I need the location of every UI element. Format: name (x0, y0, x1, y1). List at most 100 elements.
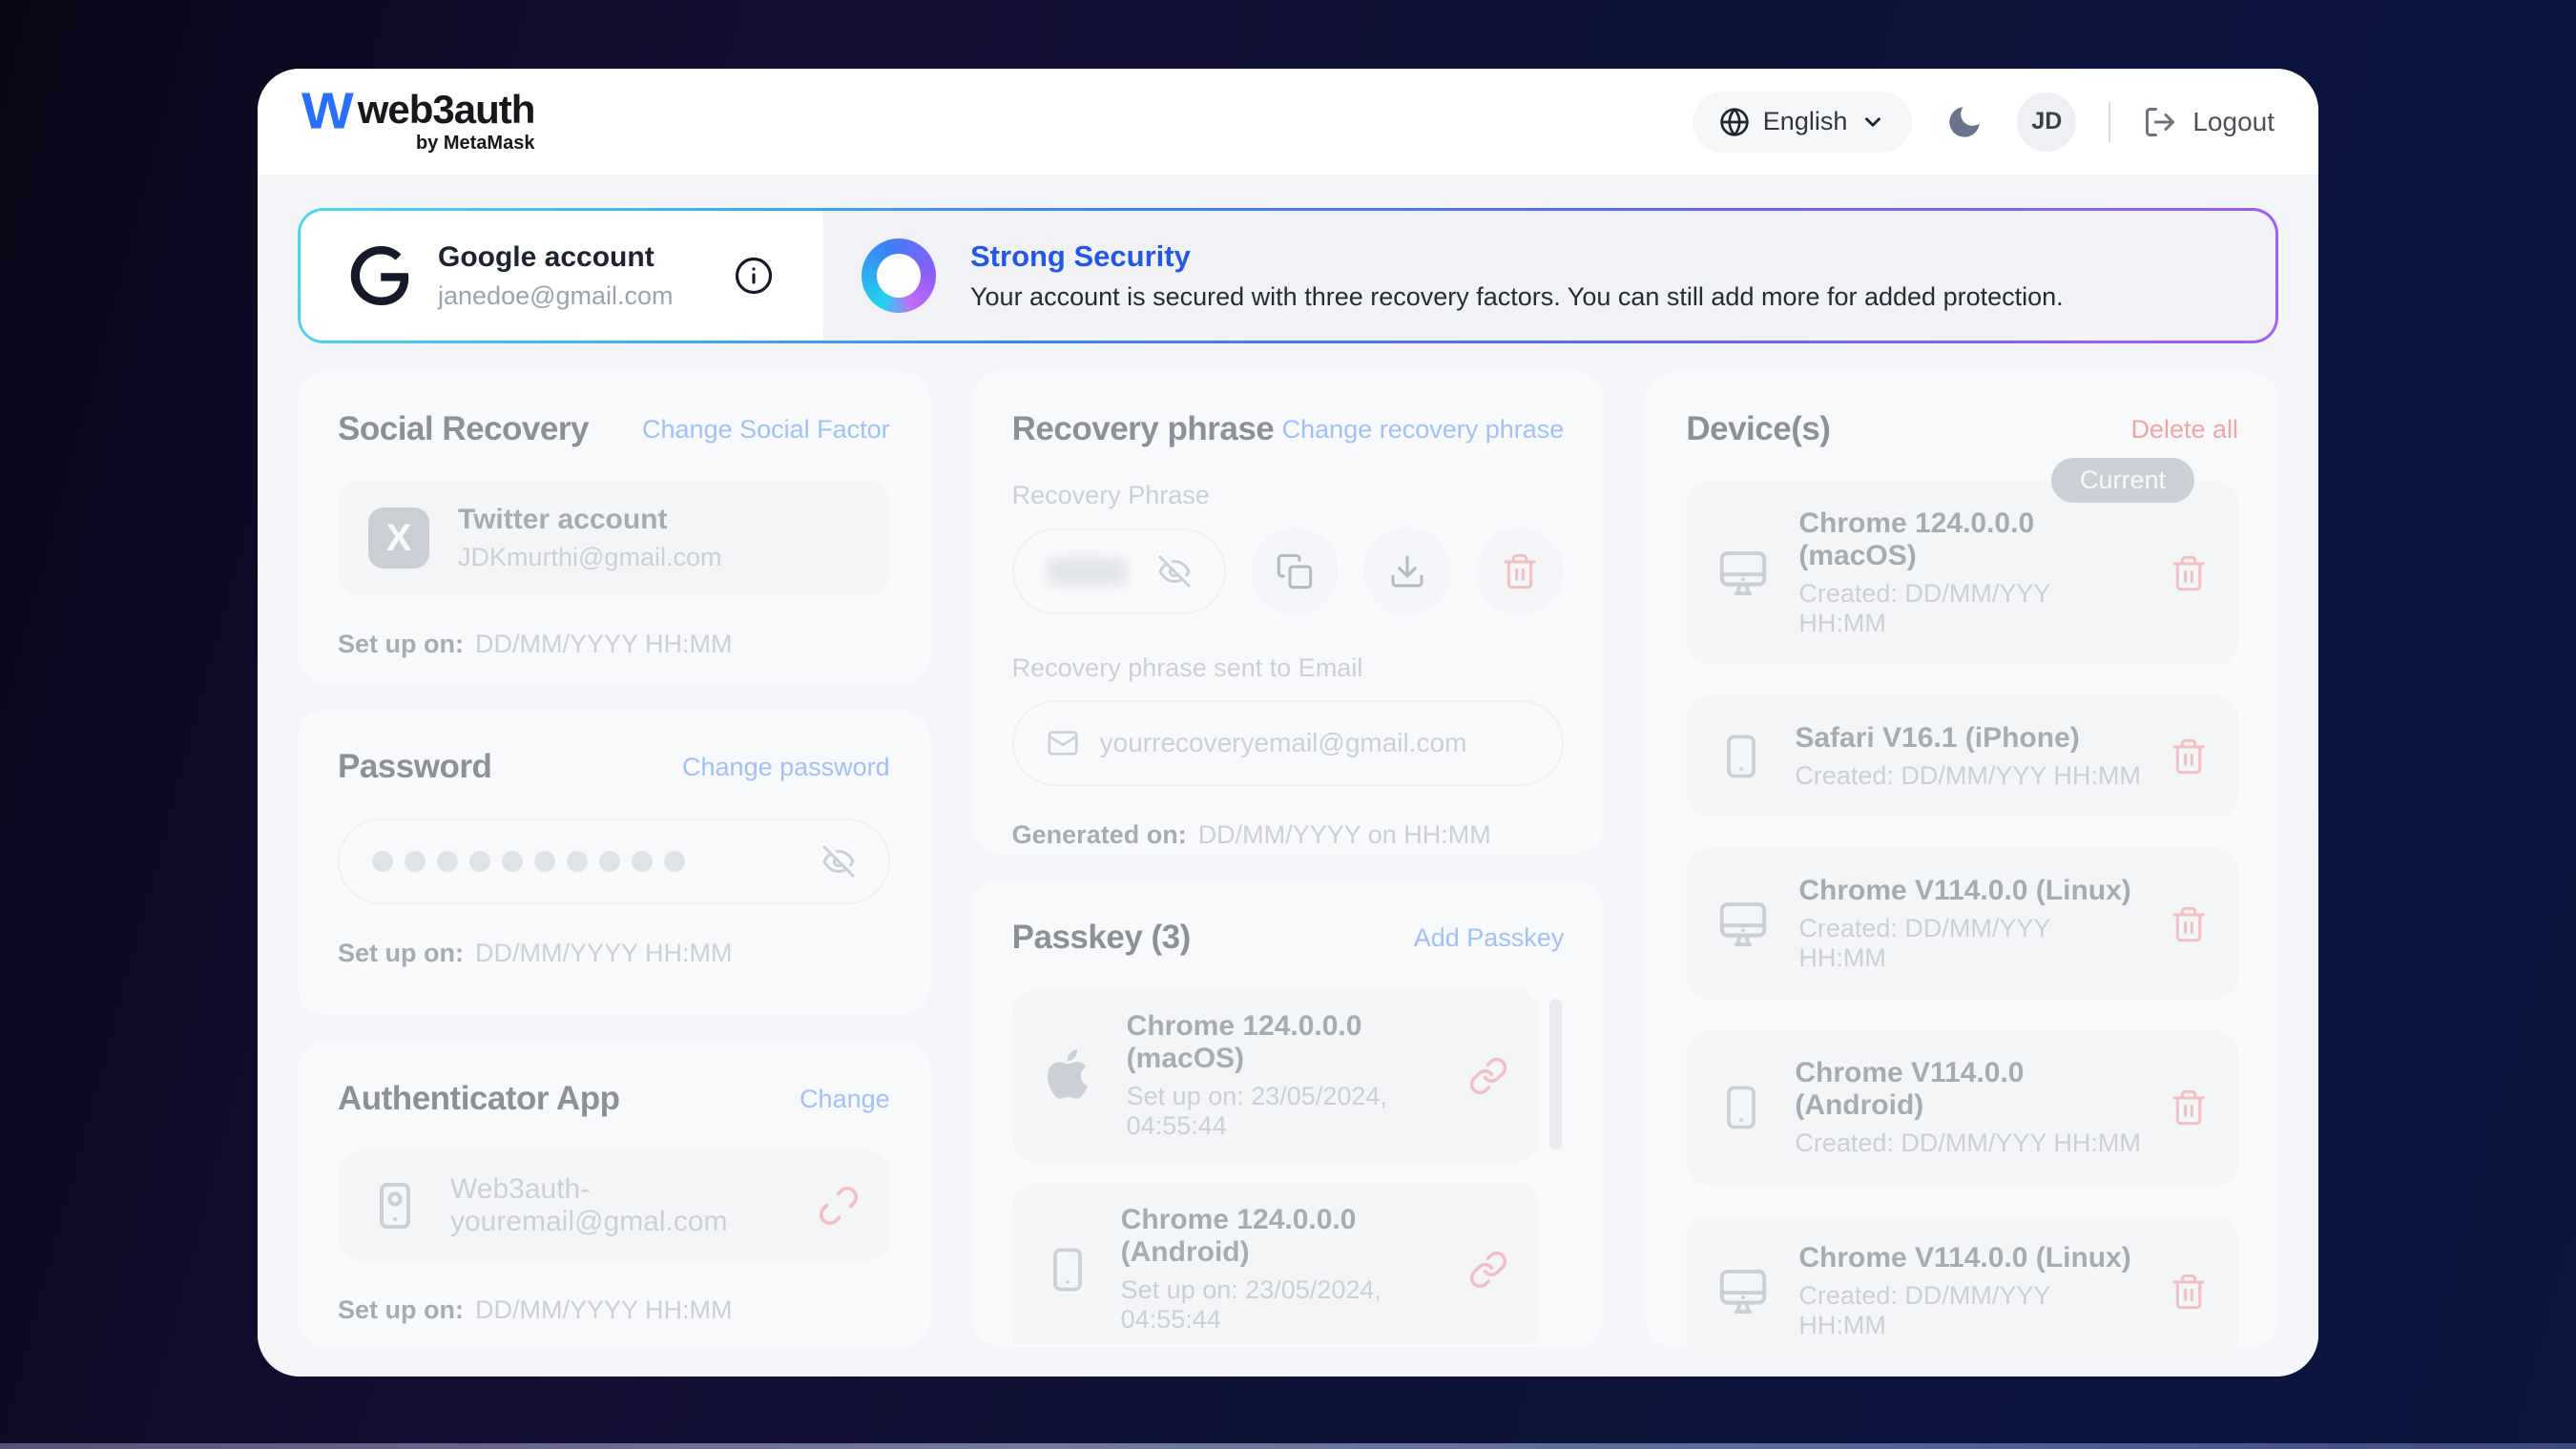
change-recovery-phrase-link[interactable]: Change recovery phrase (1282, 415, 1565, 445)
google-account-title: Google account (438, 241, 705, 274)
monitor-icon (1716, 898, 1770, 951)
eye-off-icon[interactable] (1157, 554, 1192, 589)
security-status-section: Strong Security Your account is secured … (823, 211, 2275, 341)
passkey-name: Chrome 124.0.0.0 (macOS) (1127, 1010, 1441, 1075)
link-icon[interactable] (1468, 1250, 1508, 1290)
device-name: Chrome V114.0.0 (Android) (1795, 1057, 2141, 1122)
security-status-title: Strong Security (970, 239, 2064, 274)
smartphone-icon (368, 1179, 422, 1232)
copy-phrase-button[interactable] (1251, 528, 1339, 615)
smartphone-icon (1716, 1083, 1766, 1132)
passkey-scrollbar[interactable] (1549, 999, 1562, 1149)
monitor-icon (1716, 547, 1770, 600)
authenticator-tile: Web3auth-youremail@gmal.com (338, 1150, 890, 1261)
change-social-factor-link[interactable]: Change Social Factor (642, 415, 890, 445)
trash-icon[interactable] (2170, 737, 2208, 776)
device-created: Created: DD/MM/YYY HH:MM (1798, 914, 2141, 973)
security-banner: Google account janedoe@gmail.com Strong … (298, 208, 2278, 343)
trash-icon[interactable] (2170, 554, 2208, 592)
passkey-title: Passkey (3) (1012, 919, 1191, 957)
logout-button[interactable]: Logout (2143, 105, 2275, 139)
passkey-setup: Set up on: 23/05/2024, 04:55:44 (1121, 1275, 1441, 1335)
copy-icon (1276, 552, 1314, 590)
add-passkey-link[interactable]: Add Passkey (1414, 923, 1565, 953)
web3auth-logo: W web3auth by MetaMask (301, 89, 534, 155)
passkey-list[interactable]: Chrome 124.0.0.0 (macOS) Set up on: 23/0… (1012, 989, 1565, 1344)
web3auth-logo-text: web3auth (358, 89, 535, 131)
delete-phrase-button[interactable] (1476, 528, 1564, 615)
x-twitter-icon: X (368, 507, 429, 569)
security-ring-icon (862, 238, 936, 313)
monitor-icon (1716, 1265, 1770, 1318)
password-card: Password Change password Set up on:DD/MM… (298, 710, 930, 1015)
mail-icon (1047, 727, 1079, 759)
recovery-phrase-field[interactable] (1012, 528, 1227, 614)
passkey-item: Chrome 124.0.0.0 (macOS) Set up on: 23/0… (1012, 989, 1540, 1162)
devices-title: Device(s) (1686, 410, 1830, 448)
delete-all-devices-link[interactable]: Delete all (2130, 415, 2238, 445)
change-authenticator-link[interactable]: Change (800, 1085, 890, 1114)
download-icon (1388, 552, 1426, 590)
device-name: Chrome V114.0.0 (Linux) (1798, 1242, 2141, 1274)
apple-icon (1043, 1048, 1098, 1104)
passkey-setup: Set up on: 23/05/2024, 04:55:44 (1127, 1082, 1441, 1141)
device-created: Created: DD/MM/YYY HH:MM (1798, 579, 2141, 638)
password-field[interactable] (338, 818, 890, 904)
trash-icon[interactable] (2170, 905, 2208, 943)
social-recovery-title: Social Recovery (338, 410, 589, 448)
authenticator-title: Authenticator App (338, 1080, 619, 1118)
bottom-edge-glow (0, 1443, 2576, 1449)
device-name: Chrome 124.0.0.0 (macOS) (1798, 507, 2141, 572)
recovery-phrase-card: Recovery phrase Change recovery phrase R… (972, 372, 1605, 854)
passkey-card: Passkey (3) Add Passkey Chrome 124.0.0.0… (972, 880, 1605, 1347)
password-title: Password (338, 748, 491, 786)
passkey-item: Chrome 124.0.0.0 (Android) Set up on: 23… (1012, 1183, 1540, 1344)
trash-icon[interactable] (2170, 1273, 2208, 1311)
smartphone-icon (1716, 732, 1766, 781)
language-label: English (1763, 107, 1848, 136)
user-avatar[interactable]: JD (2017, 93, 2076, 152)
content-area: Google account janedoe@gmail.com Strong … (258, 176, 2318, 1377)
unlink-icon[interactable] (818, 1185, 860, 1227)
trash-icon[interactable] (2170, 1088, 2208, 1127)
social-setup-meta: Set up on:DD/MM/YYYY HH:MM (338, 630, 890, 659)
twitter-account-email: JDKmurthi@gmail.com (458, 543, 860, 572)
device-item: Chrome V114.0.0 (Android) Created: DD/MM… (1686, 1030, 2238, 1185)
devices-card: Device(s) Delete all Current Chrome 124.… (1646, 372, 2278, 1347)
device-created: Created: DD/MM/YYY HH:MM (1798, 1281, 2141, 1340)
logout-label: Logout (2192, 107, 2275, 137)
factors-grid: Social Recovery Change Social Factor X T… (298, 372, 2278, 1347)
language-selector[interactable]: English (1693, 92, 1913, 153)
chevron-down-icon (1860, 110, 1885, 135)
authenticator-setup-meta: Set up on:DD/MM/YYYY HH:MM (338, 1295, 890, 1325)
eye-off-icon[interactable] (821, 844, 856, 879)
metamask-byline: by MetaMask (416, 133, 535, 155)
device-created: Created: DD/MM/YYY HH:MM (1795, 761, 2141, 791)
device-item: Chrome V114.0.0 (Linux) Created: DD/MM/Y… (1686, 848, 2238, 1000)
dark-mode-moon-icon[interactable] (1944, 102, 1984, 142)
recovery-generated-meta: Generated on:DD/MM/YYYY on HH:MM (1012, 820, 1565, 850)
change-password-link[interactable]: Change password (682, 753, 890, 782)
recovery-email-value: yourrecoveryemail@gmail.com (1100, 728, 1467, 758)
authenticator-email: Web3auth-youremail@gmal.com (450, 1173, 789, 1238)
recovery-phrase-masked-value (1047, 558, 1127, 585)
logout-icon (2143, 105, 2177, 139)
device-name: Safari V16.1 (iPhone) (1795, 722, 2141, 755)
download-phrase-button[interactable] (1363, 528, 1451, 615)
recovery-phrase-label: Recovery Phrase (1012, 481, 1565, 510)
recovery-email-label: Recovery phrase sent to Email (1012, 653, 1565, 683)
device-item: Chrome V114.0.0 (Linux) Created: DD/MM/Y… (1686, 1215, 2238, 1367)
password-setup-meta: Set up on:DD/MM/YYYY HH:MM (338, 939, 890, 968)
device-name: Chrome V114.0.0 (Linux) (1798, 875, 2141, 907)
link-icon[interactable] (1468, 1056, 1508, 1096)
recovery-phrase-title: Recovery phrase (1012, 410, 1275, 448)
header-divider (2109, 102, 2110, 142)
google-account-section: Google account janedoe@gmail.com (301, 211, 823, 341)
recovery-email-field[interactable]: yourrecoveryemail@gmail.com (1012, 700, 1565, 786)
twitter-account-tile: X Twitter account JDKmurthi@gmail.com (338, 481, 890, 595)
app-window: W web3auth by MetaMask English JD (258, 69, 2318, 1377)
smartphone-icon (1043, 1245, 1092, 1294)
info-icon[interactable] (734, 256, 774, 296)
device-created: Created: DD/MM/YYY HH:MM (1795, 1128, 2141, 1158)
google-g-icon (350, 246, 409, 305)
